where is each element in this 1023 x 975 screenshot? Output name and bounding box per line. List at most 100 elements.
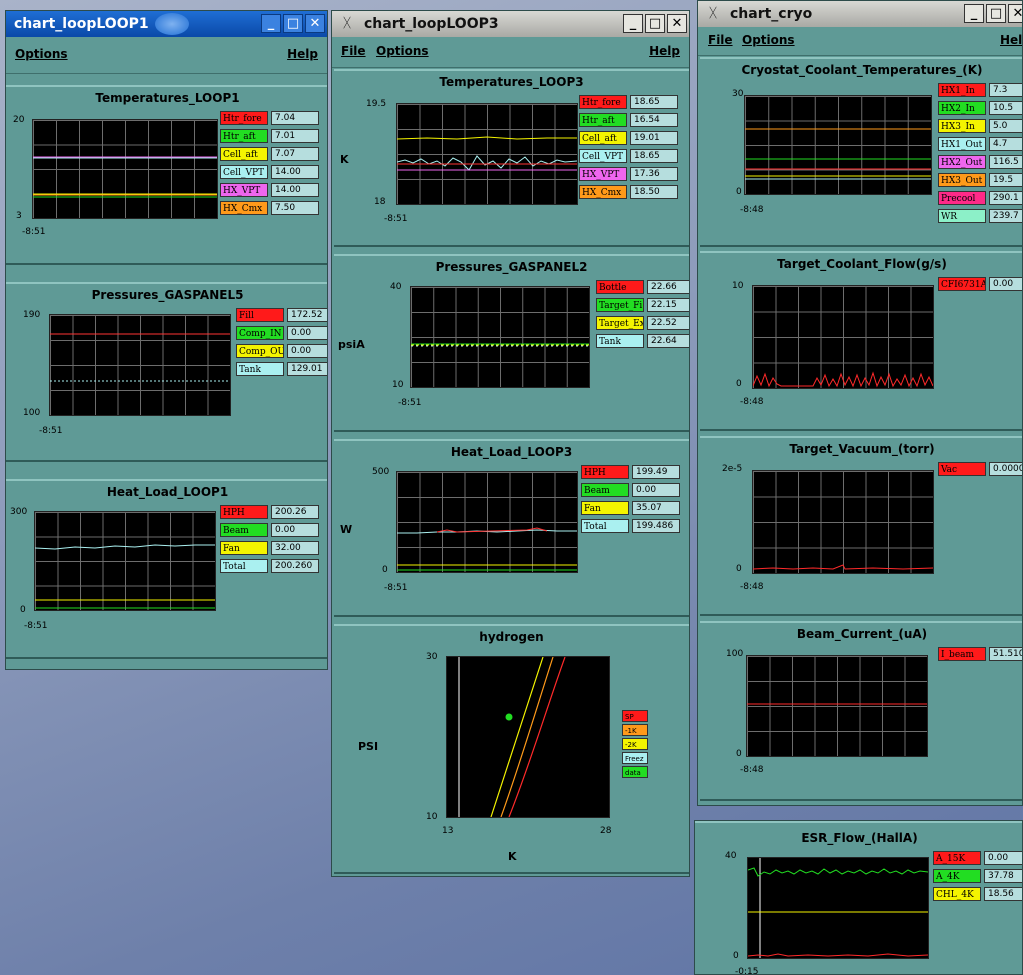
- legend-item: HX_Cmx 18.50: [579, 185, 678, 199]
- panel-temperatures-loop3: Temperatures_LOOP3 19.5 18 K -8:51 Htr_f…: [334, 69, 689, 247]
- legend-item: Total 199.486: [581, 519, 680, 533]
- time-label: -8:51: [398, 398, 422, 408]
- y-unit-label: W: [340, 523, 353, 536]
- minimize-button[interactable]: _: [261, 14, 281, 33]
- y-min-label: 100: [23, 408, 41, 418]
- time-label: -8:48: [740, 397, 764, 407]
- y-min-label: 0: [733, 951, 739, 961]
- y-unit-label: K: [340, 153, 349, 166]
- plot-area: [752, 285, 934, 389]
- legend-item: Tank 129.01: [236, 362, 327, 376]
- plot-area: [49, 314, 231, 416]
- panel-target-coolant-flow: Target_Coolant_Flow(g/s) 10 0 -8:48 CFI6…: [700, 251, 1022, 431]
- window-title: chart_loopLOOP3: [364, 16, 499, 32]
- legend-item: HX2_Out 116.5: [938, 155, 1022, 169]
- y-min-label: 10: [426, 812, 438, 822]
- legend-item: Tank 22.64: [596, 334, 689, 348]
- legend-item: Fill 172.52: [236, 308, 327, 322]
- panel-esr-flow: ESR_Flow_(HallA) 40 0 -0:15 A_15K 0.00 A_…: [695, 821, 1022, 975]
- legend-item: Comp_OU 0.00: [236, 344, 327, 358]
- legend-item: A_15K 0.00: [933, 851, 1022, 865]
- menu-help[interactable]: Help: [649, 44, 680, 58]
- menu-file[interactable]: File: [708, 33, 733, 47]
- y-max-label: 2e-5: [722, 464, 743, 474]
- legend-item: CHL_4K 18.56: [933, 887, 1022, 901]
- x-logo-icon: ᚷ: [343, 16, 351, 31]
- minimize-button[interactable]: _: [623, 14, 643, 33]
- y-max-label: 10: [732, 281, 744, 291]
- legend-item: Beam 0.00: [220, 523, 319, 537]
- close-button[interactable]: ✕: [1008, 4, 1022, 23]
- window-title: chart_loopLOOP1: [14, 16, 149, 32]
- y-min-label: 0: [382, 565, 388, 575]
- window-loop3: ᚷ chart_loopLOOP3 _ □ ✕ File Options Hel…: [331, 10, 690, 877]
- y-max-label: 30: [732, 89, 744, 99]
- panel-title: Target_Coolant_Flow(g/s): [777, 257, 947, 271]
- plot-area: [34, 511, 216, 611]
- panel-pressures-gaspanel5: Pressures_GASPANEL5 190 100 -8:51 Fill 17…: [6, 282, 327, 462]
- legend-item: HX1_In 7.3: [938, 83, 1022, 97]
- menu-help[interactable]: Help: [287, 47, 318, 61]
- legend-item: HX2_In 10.5: [938, 101, 1022, 115]
- x-logo-icon: ᚷ: [709, 6, 717, 21]
- titlebar-loop3[interactable]: ᚷ chart_loopLOOP3 _ □ ✕: [332, 11, 689, 37]
- legend-freeze: Freez: [622, 752, 648, 764]
- menu-help[interactable]: Help: [1000, 33, 1022, 47]
- menu-file[interactable]: File: [341, 44, 366, 58]
- legend-item: HX3_In 5.0: [938, 119, 1022, 133]
- legend-item: Comp_IN 0.00: [236, 326, 327, 340]
- plot-area: [396, 471, 578, 573]
- panel-title: Beam_Current_(uA): [796, 627, 928, 641]
- plot-area: [747, 857, 929, 959]
- window-esr: ESR_Flow_(HallA) 40 0 -0:15 A_15K 0.00 A_…: [694, 820, 1023, 975]
- legend-item: WR 239.7: [938, 209, 1022, 223]
- close-button[interactable]: ✕: [305, 14, 325, 33]
- y-max-label: 190: [23, 310, 41, 320]
- y-max-label: 500: [372, 467, 390, 477]
- legend-sp: SP: [622, 710, 648, 722]
- plot-area: [744, 95, 932, 195]
- y-min-label: 0: [736, 749, 742, 759]
- time-label: -8:51: [22, 227, 46, 237]
- legend-item: Cell_aft 19.01: [579, 131, 678, 145]
- plot-area: [446, 656, 610, 818]
- window-title: chart_cryo: [730, 6, 813, 22]
- menubar: File Options Help: [332, 37, 689, 68]
- titlebar-loop1[interactable]: chart_loopLOOP1 _ □ ✕: [6, 11, 327, 37]
- menubar: File Options Help: [698, 27, 1022, 56]
- maximize-button[interactable]: □: [645, 14, 665, 33]
- y-min-label: 0: [20, 605, 26, 615]
- time-label: -8:51: [24, 621, 48, 631]
- panel-title: hydrogen: [479, 630, 544, 644]
- y-max-label: 19.5: [366, 99, 387, 109]
- y-min-label: 18: [374, 197, 386, 207]
- close-button[interactable]: ✕: [667, 14, 687, 33]
- y-max-label: 40: [725, 851, 737, 861]
- x-max-label: 28: [600, 826, 612, 836]
- menu-options[interactable]: Options: [742, 33, 795, 47]
- legend-item: HX_VPT 14.00: [220, 183, 319, 197]
- titlebar-cryo[interactable]: ᚷ chart_cryo _ □ ✕: [698, 1, 1022, 27]
- legend-item: Htr_aft 16.54: [579, 113, 678, 127]
- plot-area: [32, 119, 218, 219]
- legend-item: CFI6731A 0.00: [938, 277, 1022, 291]
- menu-options[interactable]: Options: [376, 44, 429, 58]
- maximize-button[interactable]: □: [986, 4, 1006, 23]
- legend-item: Cell_aft 7.07: [220, 147, 319, 161]
- time-label: -8:48: [740, 205, 764, 215]
- minimize-button[interactable]: _: [964, 4, 984, 23]
- menubar: Options Help: [6, 37, 327, 74]
- legend-item: Target_Fi 22.15: [596, 298, 689, 312]
- menu-options[interactable]: Options: [15, 47, 68, 61]
- maximize-button[interactable]: □: [283, 14, 303, 33]
- plot-area: [396, 103, 578, 205]
- legend-item: HPH 199.49: [581, 465, 680, 479]
- panel-hydrogen: hydrogen 30 10 PSI 13 28 K SP -1K -2K Fr…: [334, 624, 689, 874]
- panel-title: ESR_Flow_(HallA): [801, 831, 918, 845]
- window-loop1: chart_loopLOOP1 _ □ ✕ Options Help Tempe…: [5, 10, 328, 670]
- y-max-label: 30: [426, 652, 438, 662]
- y-min-label: 10: [392, 380, 404, 390]
- y-axis-label: PSI: [358, 740, 379, 753]
- legend-item: I_beam 51.510: [938, 647, 1022, 661]
- time-label: -0:15: [735, 967, 759, 975]
